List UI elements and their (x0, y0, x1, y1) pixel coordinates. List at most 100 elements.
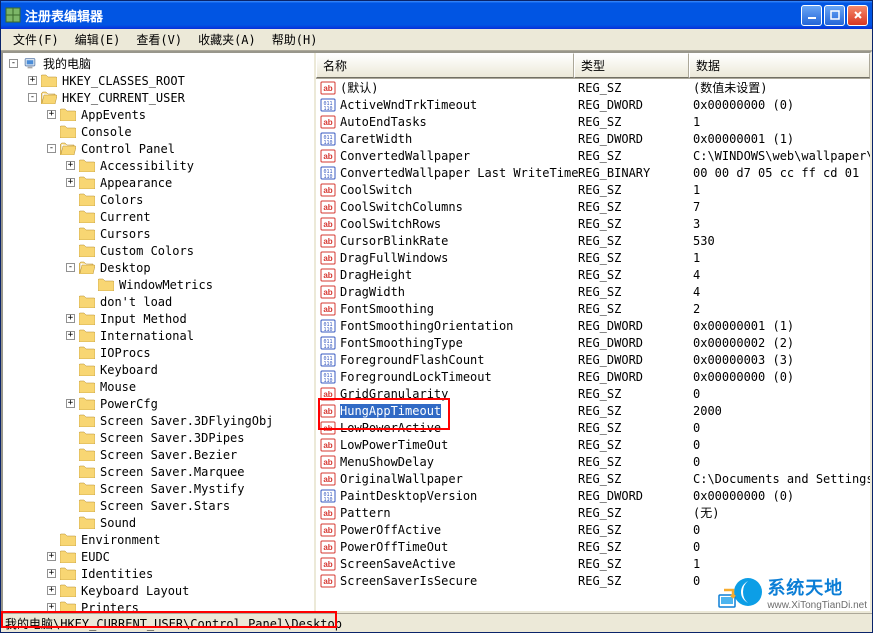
tree-toggle-icon[interactable]: + (47, 110, 56, 119)
menu-file[interactable]: 文件(F) (5, 29, 67, 50)
value-row[interactable]: FontSmoothingTypeREG_DWORD0x00000002 (2) (316, 334, 870, 351)
value-row[interactable]: ActiveWndTrkTimeoutREG_DWORD0x00000000 (… (316, 96, 870, 113)
value-row[interactable]: FontSmoothingREG_SZ2 (316, 300, 870, 317)
tree-item-root[interactable]: -我的电脑 (5, 55, 312, 72)
minimize-button[interactable] (801, 5, 822, 26)
value-row[interactable]: LowPowerTimeOutREG_SZ0 (316, 436, 870, 453)
value-type: REG_SZ (574, 183, 689, 197)
tree-toggle-icon[interactable]: + (47, 586, 56, 595)
value-row[interactable]: ForegroundFlashCountREG_DWORD0x00000003 … (316, 351, 870, 368)
value-row[interactable]: ConvertedWallpaper Last WriteTimeREG_BIN… (316, 164, 870, 181)
value-type-icon (320, 369, 336, 385)
tree-toggle-icon[interactable]: + (47, 603, 56, 611)
tree-toggle-icon[interactable]: + (47, 569, 56, 578)
tree-item-international[interactable]: +International (5, 327, 312, 344)
value-row[interactable]: CursorBlinkRateREG_SZ530 (316, 232, 870, 249)
value-row[interactable]: FontSmoothingOrientationREG_DWORD0x00000… (316, 317, 870, 334)
tree-toggle-icon[interactable]: + (28, 76, 37, 85)
tree-item-sound[interactable]: Sound (5, 514, 312, 531)
tree-item-windowmetrics[interactable]: WindowMetrics (5, 276, 312, 293)
tree-toggle-icon[interactable]: + (66, 178, 75, 187)
column-data[interactable]: 数据 (689, 53, 870, 78)
titlebar[interactable]: 注册表编辑器 (1, 1, 872, 29)
menu-favorites[interactable]: 收藏夹(A) (190, 29, 264, 50)
value-row[interactable]: MenuShowDelayREG_SZ0 (316, 453, 870, 470)
tree-item-ss3dpipes[interactable]: Screen Saver.3DPipes (5, 429, 312, 446)
value-row[interactable]: ForegroundLockTimeoutREG_DWORD0x00000000… (316, 368, 870, 385)
tree-item-keyboard[interactable]: Keyboard (5, 361, 312, 378)
tree-toggle-icon[interactable]: + (47, 552, 56, 561)
tree-item-accessibility[interactable]: +Accessibility (5, 157, 312, 174)
menu-view[interactable]: 查看(V) (128, 29, 190, 50)
tree-item-dontload[interactable]: don't load (5, 293, 312, 310)
value-row[interactable]: DragWidthREG_SZ4 (316, 283, 870, 300)
column-type[interactable]: 类型 (574, 53, 689, 78)
tree-item-current[interactable]: Current (5, 208, 312, 225)
tree-item-controlpanel[interactable]: -Control Panel (5, 140, 312, 157)
value-data: 1 (689, 251, 870, 265)
value-row[interactable]: HungAppTimeoutREG_SZ2000 (316, 402, 870, 419)
tree-item-customcolors[interactable]: Custom Colors (5, 242, 312, 259)
tree-item-appearance[interactable]: + Appearance (5, 174, 312, 191)
tree-item-inputmethod[interactable]: +Input Method (5, 310, 312, 327)
value-row[interactable]: PaintDesktopVersionREG_DWORD0x00000000 (… (316, 487, 870, 504)
maximize-button[interactable] (824, 5, 845, 26)
tree-label: Appearance (98, 176, 174, 190)
value-row[interactable]: CaretWidthREG_DWORD0x00000001 (1) (316, 130, 870, 147)
tree-item-mouse[interactable]: Mouse (5, 378, 312, 395)
value-name: (默认) (340, 79, 378, 96)
value-row[interactable]: (默认)REG_SZ(数值未设置) (316, 79, 870, 96)
list-body[interactable]: (默认)REG_SZ(数值未设置)ActiveWndTrkTimeoutREG_… (316, 79, 870, 611)
tree-pane[interactable]: -我的电脑+HKEY_CLASSES_ROOT-HKEY_CURRENT_USE… (3, 53, 316, 611)
value-row[interactable]: ScreenSaveActiveREG_SZ1 (316, 555, 870, 572)
value-row[interactable]: CoolSwitchColumnsREG_SZ7 (316, 198, 870, 215)
tree-item-ssmystify[interactable]: Screen Saver.Mystify (5, 480, 312, 497)
tree-item-environment[interactable]: Environment (5, 531, 312, 548)
tree-item-ioprocs[interactable]: IOProcs (5, 344, 312, 361)
value-row[interactable]: PatternREG_SZ(无) (316, 504, 870, 521)
tree-label: Mouse (98, 380, 138, 394)
value-row[interactable]: ConvertedWallpaperREG_SZC:\WINDOWS\web\w… (316, 147, 870, 164)
tree-item-appevents[interactable]: +AppEvents (5, 106, 312, 123)
value-row[interactable]: AutoEndTasksREG_SZ1 (316, 113, 870, 130)
tree-item-cursors[interactable]: Cursors (5, 225, 312, 242)
tree-toggle-icon[interactable]: - (66, 263, 75, 272)
value-row[interactable]: CoolSwitchREG_SZ1 (316, 181, 870, 198)
tree-toggle-icon[interactable]: - (28, 93, 37, 102)
tree-item-powercfg[interactable]: +PowerCfg (5, 395, 312, 412)
tree-item-colors[interactable]: Colors (5, 191, 312, 208)
tree-item-ss3dflying[interactable]: Screen Saver.3DFlyingObj (5, 412, 312, 429)
value-row[interactable]: PowerOffTimeOutREG_SZ0 (316, 538, 870, 555)
value-row[interactable]: DragHeightREG_SZ4 (316, 266, 870, 283)
tree-label: WindowMetrics (117, 278, 215, 292)
tree-toggle-icon[interactable]: + (66, 399, 75, 408)
value-row[interactable]: CoolSwitchRowsREG_SZ3 (316, 215, 870, 232)
tree-toggle-icon[interactable]: - (47, 144, 56, 153)
tree-item-printers[interactable]: +Printers (5, 599, 312, 611)
value-row[interactable]: GridGranularityREG_SZ0 (316, 385, 870, 402)
tree-item-keyboardlayout[interactable]: +Keyboard Layout (5, 582, 312, 599)
tree-item-hkcu[interactable]: -HKEY_CURRENT_USER (5, 89, 312, 106)
value-row[interactable]: OriginalWallpaperREG_SZC:\Documents and … (316, 470, 870, 487)
tree-item-hkcr[interactable]: +HKEY_CLASSES_ROOT (5, 72, 312, 89)
column-name[interactable]: 名称 (316, 53, 574, 78)
value-row[interactable]: DragFullWindowsREG_SZ1 (316, 249, 870, 266)
tree-toggle-icon[interactable]: + (66, 314, 75, 323)
tree-toggle-icon[interactable]: + (66, 161, 75, 170)
tree-item-console[interactable]: Console (5, 123, 312, 140)
tree-item-ssmarquee[interactable]: Screen Saver.Marquee (5, 463, 312, 480)
close-button[interactable] (847, 5, 868, 26)
tree-item-identities[interactable]: +Identities (5, 565, 312, 582)
tree-item-ssstars[interactable]: Screen Saver.Stars (5, 497, 312, 514)
tree-item-desktop[interactable]: -Desktop (5, 259, 312, 276)
tree-toggle-icon[interactable]: - (9, 59, 18, 68)
value-type-icon (320, 97, 336, 113)
tree-item-eudc[interactable]: +EUDC (5, 548, 312, 565)
tree-toggle-icon[interactable]: + (66, 331, 75, 340)
menu-help[interactable]: 帮助(H) (264, 29, 326, 50)
tree-item-ssbezier[interactable]: Screen Saver.Bezier (5, 446, 312, 463)
menu-edit[interactable]: 编辑(E) (67, 29, 129, 50)
value-row[interactable]: LowPowerActiveREG_SZ0 (316, 419, 870, 436)
value-row[interactable]: PowerOffActiveREG_SZ0 (316, 521, 870, 538)
value-type-icon (320, 250, 336, 266)
